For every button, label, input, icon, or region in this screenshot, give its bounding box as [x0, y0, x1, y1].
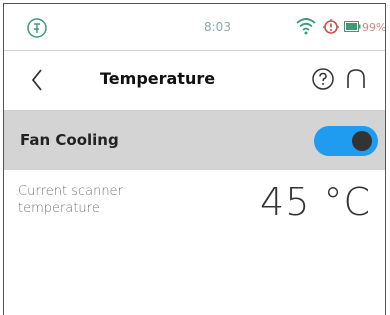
chevron-up-icon[interactable] [345, 68, 367, 90]
status-bar: 8:03 99% [4, 4, 385, 51]
page-title: Temperature [100, 69, 216, 88]
scanner-temperature-value: 45 °C [260, 180, 371, 224]
chevron-left-icon[interactable] [30, 68, 44, 92]
page-header: Temperature [4, 51, 385, 111]
battery-icon [344, 21, 361, 32]
wifi-icon [296, 18, 316, 35]
app-badge-icon [27, 18, 47, 38]
scanner-temperature-row: Current scanner temperature 45 °C [4, 170, 385, 230]
fan-cooling-row: Fan Cooling [4, 111, 385, 170]
scanner-temperature-label: Current scanner temperature [18, 184, 123, 216]
battery-percent: 99% [362, 21, 386, 34]
toggle-knob [352, 131, 372, 151]
help-circle-icon[interactable] [311, 67, 335, 91]
device-screen: 8:03 99% Temperature Fan Cooling Current… [3, 3, 386, 315]
status-time: 8:03 [204, 20, 231, 34]
fan-cooling-toggle[interactable] [314, 126, 378, 156]
fan-cooling-label: Fan Cooling [20, 131, 119, 149]
alert-sync-icon [323, 19, 339, 34]
